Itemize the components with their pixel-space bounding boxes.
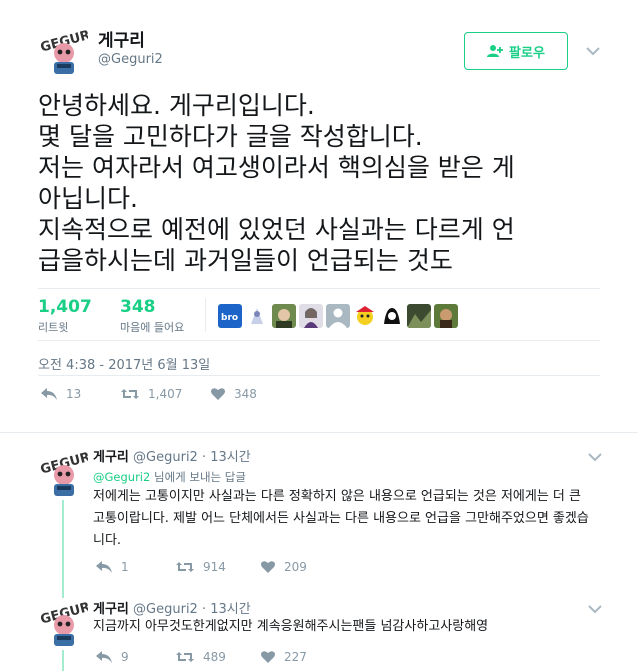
reply-header: 게구리 @Geguri2 · 13시간 xyxy=(93,446,251,465)
reply-icon xyxy=(41,388,57,400)
heart-icon xyxy=(211,388,225,400)
avatar-image: GEGURI xyxy=(38,598,88,648)
tweet-actions: 9 489 227 xyxy=(95,650,307,664)
main-tweet: GEGURI 게구리 @Geguri2 팔로우 안녕하세요. 게구리입니다. 몇… xyxy=(0,0,638,432)
chevron-down-icon[interactable] xyxy=(588,604,602,614)
liker-avatar[interactable] xyxy=(299,304,323,328)
avatar[interactable]: GEGURI xyxy=(38,598,88,648)
reply-context: @Geguri2 님에게 보내는 답글 xyxy=(93,469,246,485)
display-name[interactable]: 게구리 xyxy=(98,26,145,51)
username[interactable]: @Geguri2 xyxy=(133,450,198,465)
liker-avatar[interactable] xyxy=(407,304,431,328)
display-name[interactable]: 게구리 xyxy=(93,450,129,465)
like-count: 227 xyxy=(284,650,307,664)
tweet-text: 안녕하세요. 게구리입니다. 몇 달을 고민하다가 글을 작성합니다. 저는 여… xyxy=(38,90,608,276)
separator: · xyxy=(201,602,207,617)
liker-avatar[interactable] xyxy=(272,304,296,328)
thread-line xyxy=(62,650,64,671)
retweet-action[interactable]: 1,407 xyxy=(120,387,210,401)
heart-icon xyxy=(261,651,275,663)
username[interactable]: @Geguri2 xyxy=(98,52,163,67)
liker-avatar[interactable] xyxy=(380,304,404,328)
retweet-action[interactable]: 914 xyxy=(175,560,260,574)
reply-text: 저에게는 고통이지만 사실과는 다른 정확하지 않은 내용으로 언급되는 것은 … xyxy=(93,489,589,548)
retweet-label: 리트윗 xyxy=(38,321,69,334)
tweet-text-line: 저는 여자라서 여고생이라서 핵의심을 받은 게 xyxy=(38,153,515,182)
follow-label: 팔로우 xyxy=(509,45,545,61)
like-action[interactable]: 348 xyxy=(210,387,257,401)
timestamp[interactable]: 오전 4:38 - 2017년 6월 13일 xyxy=(38,354,210,373)
avatar-image: GEGURI xyxy=(38,26,88,76)
reply-icon xyxy=(96,561,112,573)
tweet-actions: 1 914 209 xyxy=(95,560,307,574)
username[interactable]: @Geguri2 xyxy=(133,602,198,617)
tweet-actions: 13 1,407 348 xyxy=(40,387,257,401)
liker-avatar[interactable]: bro xyxy=(218,304,242,328)
reply-icon xyxy=(96,651,112,663)
like-stat[interactable]: 348 마음에 들어요 xyxy=(120,297,184,335)
add-user-icon xyxy=(487,44,504,58)
tweet-text-line: 급을하시는데 과거일들이 언급되는 것도 xyxy=(38,246,453,275)
liker-avatar[interactable] xyxy=(353,304,377,328)
like-count: 348 xyxy=(120,297,156,317)
retweet-action[interactable]: 489 xyxy=(175,650,260,664)
like-count: 348 xyxy=(234,387,257,401)
retweet-stat[interactable]: 1,407 리트윗 xyxy=(38,297,92,335)
tweet-text-line: 지속적으로 예전에 있었던 사실과는 다르게 언 xyxy=(38,215,515,244)
heart-icon xyxy=(261,561,275,573)
divider xyxy=(38,340,600,341)
like-action[interactable]: 227 xyxy=(260,650,307,664)
like-count: 209 xyxy=(284,560,307,574)
svg-text:bro: bro xyxy=(221,313,238,323)
like-label: 마음에 들어요 xyxy=(120,321,185,334)
reply-count: 13 xyxy=(66,387,82,401)
retweet-count: 1,407 xyxy=(38,297,92,317)
tweet-text-line: 아닙니다. xyxy=(38,184,138,213)
divider xyxy=(38,288,600,289)
tweet-text-line: 안녕하세요. 게구리입니다. xyxy=(38,91,315,120)
section-divider xyxy=(0,432,638,433)
retweet-count: 914 xyxy=(203,560,226,574)
reply-header: 게구리 @Geguri2 · 13시간 xyxy=(93,598,251,617)
stat-separator xyxy=(205,298,206,332)
reply-action[interactable]: 1 xyxy=(95,560,175,574)
display-name[interactable]: 게구리 xyxy=(93,602,129,617)
reply-text: 지금까지 아무것도한게없지만 계속응원해주시는팬들 넘감사하고사랑해영 xyxy=(93,619,489,634)
chevron-down-icon[interactable] xyxy=(588,452,602,462)
reply-time[interactable]: 13시간 xyxy=(210,450,250,465)
reply-action[interactable]: 9 xyxy=(95,650,175,664)
avatar[interactable]: GEGURI xyxy=(38,448,88,498)
reply-count: 9 xyxy=(121,650,129,664)
retweet-count: 1,407 xyxy=(148,387,183,401)
retweet-count: 489 xyxy=(203,650,226,664)
reply-action[interactable]: 13 xyxy=(40,387,120,401)
avatar[interactable]: GEGURI xyxy=(38,26,88,76)
retweet-icon xyxy=(121,389,139,399)
reply-count: 1 xyxy=(121,560,129,574)
avatar-image: GEGURI xyxy=(38,448,88,498)
like-action[interactable]: 209 xyxy=(260,560,307,574)
reply-to-handle[interactable]: @Geguri2 xyxy=(93,470,150,484)
retweet-icon xyxy=(176,652,194,662)
reply-context-text: 님에게 보내는 답글 xyxy=(150,470,246,484)
divider xyxy=(38,375,600,376)
separator: · xyxy=(201,450,207,465)
follow-button[interactable]: 팔로우 xyxy=(464,32,568,70)
chevron-down-icon[interactable] xyxy=(586,46,600,56)
liker-avatar[interactable] xyxy=(326,304,350,328)
retweet-icon xyxy=(176,562,194,572)
reply-time[interactable]: 13시간 xyxy=(210,602,250,617)
liker-avatar[interactable] xyxy=(434,304,458,328)
reply-tweet[interactable]: GEGURI 게구리 @Geguri2 · 13시간 지금까지 아무것도한게없지… xyxy=(0,592,638,671)
liker-avatar[interactable] xyxy=(245,304,269,328)
tweet-text-line: 몇 달을 고민하다가 글을 작성합니다. xyxy=(38,122,423,151)
reply-tweet[interactable]: GEGURI 게구리 @Geguri2 · 13시간 @Geguri2 님에게 … xyxy=(0,442,638,592)
liker-avatars: bro xyxy=(218,304,458,328)
